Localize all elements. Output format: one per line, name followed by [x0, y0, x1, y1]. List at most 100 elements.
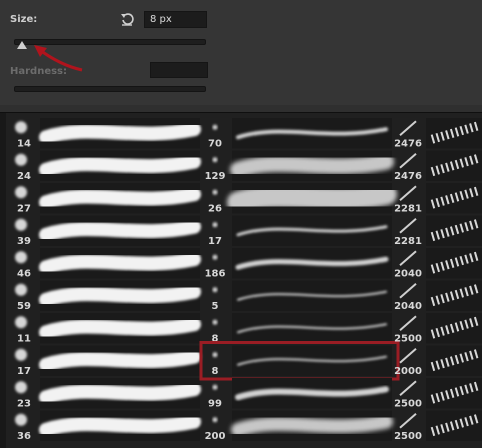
brush-stroke-preview [39, 187, 201, 210]
brush-preset[interactable]: 8 [212, 313, 392, 345]
brush-tip-thumb [212, 157, 218, 163]
brush-tip-thumb [15, 348, 27, 361]
hardness-label: Hardness: [10, 66, 68, 77]
brush-preview-bg [426, 410, 482, 441]
brush-preset[interactable]: 2500 [394, 378, 482, 410]
brush-size-label: 2476 [394, 171, 422, 182]
brush-preset[interactable]: 2040 [394, 248, 482, 280]
brush-tip-thumb [399, 120, 417, 137]
brush-preset[interactable]: 2500 [394, 313, 482, 345]
brush-preset[interactable]: 8 [199, 341, 400, 381]
brush-preview-bg [426, 118, 482, 149]
brush-stroke-preview [39, 382, 201, 405]
brush-preset[interactable]: 36 [15, 410, 201, 443]
size-label: Size: [10, 14, 38, 25]
brush-size-label: 99 [208, 399, 222, 410]
brush-preview-bg [426, 150, 482, 181]
brush-options-panel: Size: 8 px Hardness: [0, 0, 482, 105]
brush-tip-thumb [399, 250, 417, 267]
brush-preset[interactable]: 2281 [394, 183, 482, 215]
brush-preset[interactable]: 27 [15, 183, 201, 215]
brush-size-label: 5 [212, 301, 219, 312]
brush-tip-thumb [399, 152, 417, 169]
brush-tip-thumb [399, 282, 417, 299]
brush-tip-thumb [15, 413, 27, 426]
size-slider-thumb[interactable] [16, 41, 27, 49]
brush-preset[interactable]: 5 [212, 280, 392, 313]
brush-size-label: 2500 [394, 431, 422, 442]
brush-stroke-preview [39, 252, 201, 275]
hardness-slider-track[interactable] [14, 86, 206, 92]
brush-preset[interactable]: 39 [15, 215, 201, 248]
brush-preset[interactable]: 23 [15, 378, 201, 410]
brush-preset[interactable]: 24 [15, 150, 201, 183]
brush-tip-thumb [15, 218, 27, 231]
brush-size-label: 2281 [394, 236, 422, 247]
brush-tip-thumb [399, 347, 417, 364]
brush-tip-thumb [399, 185, 417, 202]
brush-tip-thumb [212, 189, 218, 195]
brush-tip-thumb [212, 384, 218, 390]
brush-preset[interactable]: 2000 [394, 345, 482, 378]
brush-size-label: 70 [208, 139, 222, 150]
brush-size-label: 8 [212, 366, 219, 377]
brush-preset[interactable]: 2281 [394, 215, 482, 248]
brush-preset[interactable]: 129 [205, 150, 394, 183]
brush-size-label: 129 [205, 171, 226, 182]
brush-tip-thumb [212, 124, 218, 130]
brush-preset[interactable]: 26 [208, 183, 397, 215]
brush-preview-bg [426, 378, 482, 409]
brush-tip-thumb [15, 251, 27, 264]
brush-tip-thumb [212, 254, 218, 260]
brush-preset[interactable]: 46 [15, 248, 201, 280]
brush-stroke-preview [39, 154, 201, 177]
brush-size-label: 46 [17, 269, 31, 280]
size-field[interactable]: 8 px [144, 11, 207, 28]
brush-size-label: 27 [17, 204, 31, 215]
reset-arrow-icon[interactable] [119, 11, 135, 27]
brush-tip-thumb [15, 153, 27, 166]
hardness-field[interactable] [150, 62, 208, 78]
brush-stroke-preview [231, 414, 393, 437]
brush-tip-thumb [212, 287, 218, 293]
brush-preset[interactable]: 2476 [394, 150, 482, 183]
brush-preset[interactable]: 2040 [394, 280, 482, 313]
brush-stroke-preview [39, 414, 201, 437]
brush-preset[interactable]: 17 [15, 345, 201, 378]
brush-preset[interactable]: 11 [15, 313, 201, 345]
brush-preset[interactable]: 14 [15, 118, 201, 150]
brush-tip-thumb [399, 315, 417, 332]
brush-stroke-preview [227, 183, 397, 214]
brush-size-label: 17 [17, 366, 31, 377]
brush-preview-bg [426, 345, 482, 376]
brush-stroke-preview [39, 122, 201, 145]
brush-preset[interactable]: 17 [208, 215, 392, 248]
brush-preset[interactable]: 99 [208, 378, 392, 410]
brush-tip-thumb [399, 217, 417, 234]
brush-preset[interactable]: 2500 [394, 410, 482, 443]
brush-stroke-preview [39, 284, 201, 307]
brush-size-label: 2040 [394, 269, 422, 280]
brush-tip-thumb [399, 412, 417, 429]
brush-stroke-preview [39, 349, 201, 372]
brush-tip-thumb [15, 316, 27, 329]
brush-preview-bg [426, 183, 482, 214]
brush-size-label: 2281 [394, 204, 422, 215]
brush-tip-thumb [15, 283, 27, 296]
brush-preview-bg [426, 280, 482, 311]
brush-preset[interactable]: 200 [205, 410, 393, 443]
brush-preset[interactable]: 59 [15, 280, 201, 313]
brush-preview-bg [426, 248, 482, 279]
brush-size-label: 2476 [394, 139, 422, 150]
brush-tip-thumb [15, 186, 27, 199]
brush-size-label: 59 [17, 301, 31, 312]
brush-preset[interactable]: 186 [205, 248, 392, 280]
brush-preset[interactable]: 70 [208, 118, 392, 150]
brush-preset[interactable]: 2476 [394, 118, 482, 150]
brush-size-label: 11 [17, 334, 31, 345]
brush-preview-bg [426, 313, 482, 344]
brush-preset-grid: 14 24 27 39 46 59 11 17 23 36 70 129 26 17 186 5 8 8 99 200… [0, 112, 482, 448]
brush-size-label: 2040 [394, 301, 422, 312]
brush-size-label: 200 [205, 431, 226, 442]
brush-size-label: 39 [17, 236, 31, 247]
